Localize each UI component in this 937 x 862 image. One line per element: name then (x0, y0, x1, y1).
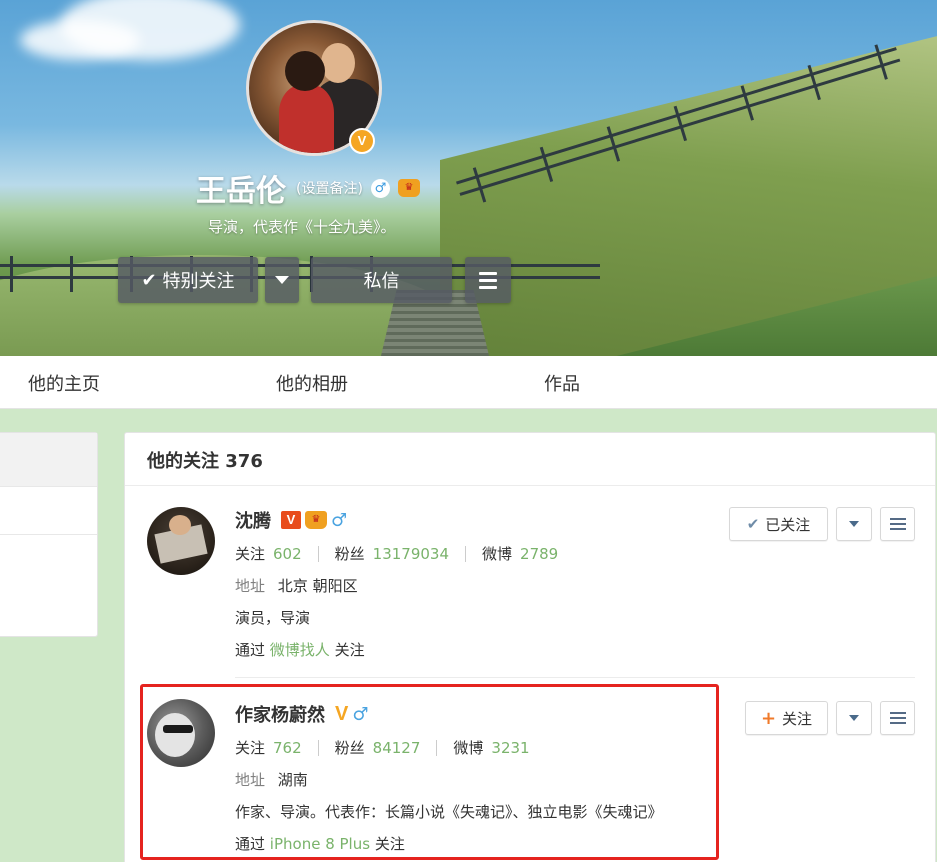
stat-following[interactable]: 关注 602 (235, 543, 302, 564)
user-description: 演员，导演 (235, 609, 311, 627)
menu-icon (889, 518, 906, 520)
follow-list-title: 他的关注 376 (147, 451, 263, 472)
follow-source: 通过 微博找人 关注 (235, 639, 365, 660)
message-label: 私信 (363, 271, 400, 292)
verified-v-icon: V (281, 511, 301, 529)
stat-fans[interactable]: 粉丝 84127 (335, 737, 421, 758)
menu-icon (479, 271, 497, 275)
stat-label: 微博 (453, 739, 484, 757)
more-menu-button[interactable] (880, 701, 915, 735)
divider (436, 739, 438, 756)
tab-works[interactable]: 作品 (544, 370, 580, 396)
stat-label: 关注 (235, 545, 266, 563)
address-label: 地址 (235, 577, 266, 595)
divider (465, 545, 467, 562)
source-link[interactable]: iPhone 8 Plus (270, 835, 370, 853)
list-item: 沈腾 V ♛ ♂ 关注 602 粉丝 13179034 微博 2789 地址 北… (125, 487, 935, 677)
user-stats: 关注 762 粉丝 84127 微博 3231 (235, 737, 530, 758)
set-remark-link[interactable]: (设置备注) (296, 178, 363, 198)
follow-label: 关注 (782, 709, 813, 728)
tab-home[interactable]: 他的主页 (28, 370, 100, 396)
followed-label: 已关注 (765, 515, 811, 534)
source-suffix: 关注 (334, 641, 365, 659)
address-value: 北京 朝阳区 (277, 577, 358, 595)
special-follow-button[interactable]: ✔ 特别关注 (118, 257, 258, 303)
stat-label: 微博 (482, 545, 513, 563)
user-name-row: 沈腾 V ♛ ♂ (235, 507, 347, 533)
user-name[interactable]: 沈腾 (235, 507, 271, 533)
user-address: 地址 湖南 (235, 769, 308, 790)
more-menu-button[interactable] (880, 507, 915, 541)
message-button[interactable]: 私信 (311, 257, 452, 303)
stat-value: 13179034 (372, 544, 450, 563)
divider (235, 677, 915, 678)
stat-label: 粉丝 (334, 739, 365, 757)
check-icon: ✔ (746, 515, 760, 533)
follow-button[interactable]: + 关注 (745, 701, 828, 735)
male-icon: ♂ (331, 509, 348, 531)
verified-badge-icon: V (349, 128, 375, 154)
left-card-row (0, 487, 97, 535)
divider (317, 545, 319, 562)
follow-options-dropdown[interactable] (836, 507, 872, 541)
user-name-row: 作家杨蔚然 V ♂ (235, 701, 368, 727)
stat-value: 762 (273, 738, 302, 757)
male-icon: ♂ (352, 703, 369, 725)
stat-label: 关注 (235, 739, 266, 757)
left-sidebar-card (0, 432, 98, 637)
user-description: 作家、导演。代表作：长篇小说《失魂记》、独立电影《失魂记》 (235, 803, 663, 821)
chevron-down-icon (849, 521, 859, 527)
stat-value: 3231 (491, 738, 530, 757)
stat-value: 602 (273, 544, 302, 563)
divider (317, 739, 319, 756)
profile-tabs: 他的主页 他的相册 作品 (0, 356, 937, 409)
stat-following[interactable]: 关注 762 (235, 737, 302, 758)
follow-source: 通过 iPhone 8 Plus 关注 (235, 833, 405, 854)
stat-fans[interactable]: 粉丝 13179034 (335, 543, 449, 564)
followed-button[interactable]: ✔ 已关注 (729, 507, 828, 541)
left-card-header (0, 433, 97, 487)
follow-options-dropdown[interactable] (836, 701, 872, 735)
user-stats: 关注 602 粉丝 13179034 微博 2789 (235, 543, 558, 564)
special-follow-label: 特别关注 (162, 271, 235, 292)
cloud (20, 20, 140, 60)
list-item: 作家杨蔚然 V ♂ 关注 762 粉丝 84127 微博 3231 地址 湖南 … (125, 681, 935, 862)
avatar[interactable] (147, 699, 215, 767)
address-label: 地址 (235, 771, 266, 789)
verified-v-icon: V (335, 702, 349, 725)
source-prefix: 通过 (235, 641, 266, 659)
stat-label: 粉丝 (334, 545, 365, 563)
source-prefix: 通过 (235, 835, 266, 853)
profile-cover: V 王岳伦 (设置备注) ♂ ♛ 导演，代表作《十全九美》。 ✔ 特别关注 私信 (0, 0, 937, 356)
tab-album[interactable]: 他的相册 (276, 370, 348, 396)
plus-icon: + (760, 707, 777, 729)
profile-intro: 导演，代表作《十全九美》。 (208, 218, 396, 236)
profile-name-row: 王岳伦 (设置备注) ♂ ♛ (196, 168, 420, 209)
menu-icon (889, 712, 906, 714)
address-value: 湖南 (277, 771, 308, 789)
profile-name: 王岳伦 (196, 174, 286, 209)
stat-weibo[interactable]: 微博 2789 (482, 543, 558, 564)
chevron-down-icon (849, 715, 859, 721)
more-menu-button[interactable] (465, 257, 511, 303)
stat-weibo[interactable]: 微博 3231 (453, 737, 529, 758)
stat-value: 2789 (520, 544, 559, 563)
male-icon: ♂ (370, 178, 390, 198)
check-icon: ✔ (141, 269, 157, 291)
follow-options-dropdown[interactable] (265, 257, 299, 303)
stat-value: 84127 (372, 738, 421, 757)
user-address: 地址 北京 朝阳区 (235, 575, 358, 596)
follow-list-card: 他的关注 376 沈腾 V ♛ ♂ 关注 602 粉丝 13179034 微博 (124, 432, 936, 862)
avatar[interactable] (147, 507, 215, 575)
divider (125, 485, 935, 486)
source-link[interactable]: 微博找人 (270, 641, 330, 659)
member-crown-icon[interactable]: ♛ (397, 179, 420, 197)
chevron-down-icon (275, 276, 289, 284)
source-suffix: 关注 (374, 835, 405, 853)
user-name[interactable]: 作家杨蔚然 (235, 701, 325, 727)
member-crown-icon[interactable]: ♛ (305, 511, 327, 529)
